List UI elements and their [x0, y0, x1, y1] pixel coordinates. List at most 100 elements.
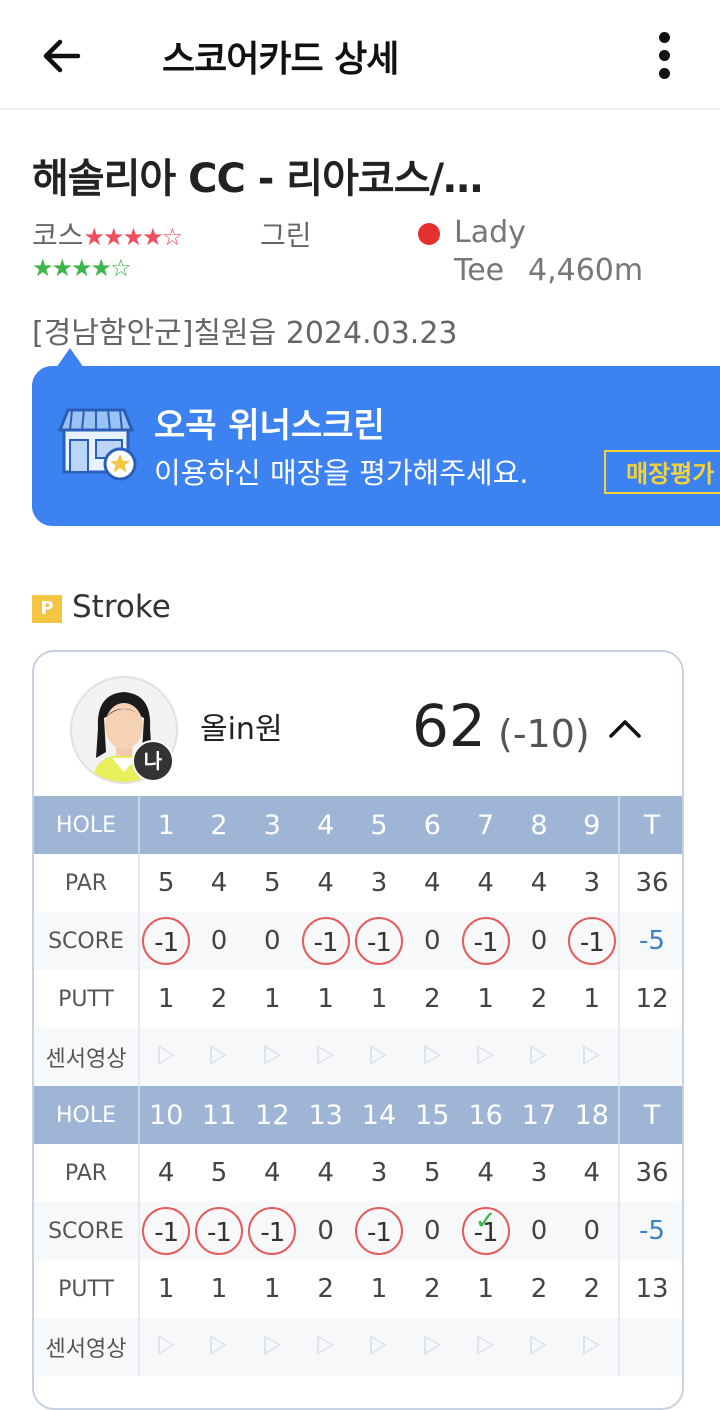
play-icon[interactable] — [263, 1335, 281, 1355]
course-star-empty-icon: ☆ — [161, 223, 183, 251]
sensor-video-cell[interactable] — [192, 1318, 246, 1376]
more-options-icon[interactable] — [640, 26, 690, 86]
putt-cell: 2 — [583, 1274, 601, 1304]
putt-cell: 2 — [424, 1274, 441, 1304]
back-nine-table: HOLE 10 11 12 13 14 15 16 17 18 T PAR 4 5 4 4 3 5 4 3 4 36 SCO… — [34, 1086, 682, 1376]
sensor-video-cell[interactable] — [139, 1318, 193, 1376]
par-cell: 4 — [477, 1158, 494, 1188]
putt-cell: 1 — [317, 984, 334, 1014]
sensor-video-cell[interactable] — [458, 1028, 513, 1086]
sensor-video-cell[interactable] — [512, 1028, 566, 1086]
sensor-video-cell[interactable] — [298, 1028, 353, 1086]
sensor-video-cell[interactable] — [192, 1028, 246, 1086]
me-badge: 나 — [132, 740, 174, 782]
hole-cell: 6 — [405, 796, 459, 854]
score-cell: -1 — [245, 1202, 299, 1260]
play-icon[interactable] — [423, 1335, 441, 1355]
play-icon[interactable] — [530, 1335, 548, 1355]
score-cell: 0 — [512, 1202, 566, 1260]
putt-cell: 2 — [530, 984, 548, 1014]
play-icon[interactable] — [477, 1335, 495, 1355]
sensor-video-cell[interactable] — [405, 1028, 459, 1086]
score-cell: 0 — [405, 1202, 459, 1260]
putt-cell: 2 — [317, 1274, 334, 1304]
sensor-video-cell[interactable] — [352, 1028, 406, 1086]
play-icon[interactable] — [370, 1335, 388, 1355]
putt-cell: 1 — [157, 1274, 175, 1304]
score-cell: 0 — [192, 912, 246, 970]
sensor-video-cell[interactable] — [139, 1028, 193, 1086]
sensor-video-cell[interactable] — [298, 1318, 353, 1376]
rate-store-button[interactable]: 매장평가 — [604, 450, 720, 494]
score-cell: -1 ✓ — [458, 1202, 513, 1260]
putt-cell: 1 — [264, 1274, 281, 1304]
video-row: 센서영상 — [34, 1318, 682, 1376]
score-cell: 0 — [405, 912, 459, 970]
play-icon[interactable] — [477, 1045, 495, 1065]
sensor-video-cell[interactable] — [565, 1318, 619, 1376]
score-cell: -1 — [458, 912, 513, 970]
green-star-rating: ★★★★☆ — [32, 254, 132, 282]
putt-total-cell: 12 — [618, 970, 682, 1028]
video-row-label: 센서영상 — [34, 1318, 140, 1376]
score-cell: 0 — [565, 1202, 619, 1260]
front-nine-table: HOLE 1 2 3 4 5 6 7 8 9 T PAR 5 4 5 4 3 4 4 4 3 36 SCORE -1 0 0 -1-… — [34, 796, 682, 1086]
par-total-cell: 36 — [618, 854, 682, 912]
par-cell: 4 — [210, 868, 228, 898]
chevron-up-icon[interactable] — [606, 712, 644, 744]
score-row-label: SCORE — [34, 912, 140, 970]
sensor-video-cell[interactable] — [512, 1318, 566, 1376]
play-icon[interactable] — [263, 1045, 281, 1065]
top-app-bar: 스코어카드 상세 — [0, 0, 720, 110]
course-name: 해솔리아 CC - 리아코스/… — [32, 156, 483, 202]
play-icon[interactable] — [157, 1045, 175, 1065]
par-cell: 5 — [264, 868, 281, 898]
green-star-filled-icon: ★ — [32, 254, 53, 282]
putt-cell: 1 — [583, 984, 601, 1014]
putt-cell: 2 — [530, 1274, 548, 1304]
play-icon[interactable] — [210, 1335, 228, 1355]
play-icon[interactable] — [583, 1335, 601, 1355]
par-cell: 5 — [210, 1158, 228, 1188]
back-arrow-icon[interactable] — [36, 30, 88, 82]
play-icon[interactable] — [157, 1335, 175, 1355]
sensor-video-cell[interactable] — [245, 1318, 299, 1376]
course-star-rating: ★★★★☆ — [84, 223, 184, 251]
play-icon[interactable] — [210, 1045, 228, 1065]
play-icon[interactable] — [317, 1335, 335, 1355]
birdie-circle: -1 — [461, 917, 510, 965]
sensor-video-cell[interactable] — [245, 1028, 299, 1086]
sensor-video-cell[interactable] — [352, 1318, 406, 1376]
hole-cell: 2 — [192, 796, 246, 854]
par-cell: 3 — [370, 1158, 388, 1188]
hole-total-cell: T — [618, 796, 682, 854]
green-star-filled-icon: ★ — [71, 254, 92, 282]
play-icon[interactable] — [583, 1045, 601, 1065]
hole-cell: 4 — [298, 796, 353, 854]
play-icon[interactable] — [317, 1045, 335, 1065]
score-total-cell: -5 — [618, 1202, 682, 1260]
video-row-label: 센서영상 — [34, 1028, 140, 1086]
score-cell: 0 — [512, 912, 566, 970]
sensor-video-cell[interactable] — [565, 1028, 619, 1086]
game-mode-label: Stroke — [72, 589, 171, 625]
hole-cell: 16 — [458, 1086, 513, 1144]
course-rating: 코스★★★★☆ — [32, 214, 184, 254]
hole-row: HOLE 1 2 3 4 5 6 7 8 9 T — [34, 796, 682, 854]
play-icon[interactable] — [423, 1045, 441, 1065]
play-icon[interactable] — [530, 1045, 548, 1065]
sensor-video-cell[interactable] — [458, 1318, 513, 1376]
play-icon[interactable] — [370, 1045, 388, 1065]
hole-cell: 3 — [245, 796, 299, 854]
putt-cell: 1 — [370, 984, 388, 1014]
hole-cell: 5 — [352, 796, 406, 854]
birdie-circle: -1 — [301, 917, 350, 965]
store-name: 오곡 위너스크린 — [154, 406, 385, 446]
store-review-prompt: 이용하신 매장을 평가해주세요. — [154, 456, 529, 490]
hole-cell: 12 — [245, 1086, 299, 1144]
birdie-circle: -1 — [354, 917, 403, 965]
hole-cell: 7 — [458, 796, 513, 854]
par-row-label: PAR — [34, 854, 140, 912]
sensor-video-cell[interactable] — [405, 1318, 459, 1376]
par-row: PAR 5 4 5 4 3 4 4 4 3 36 — [34, 854, 682, 912]
